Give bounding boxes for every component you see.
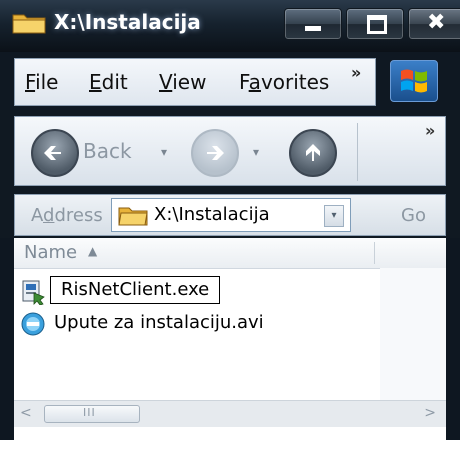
scroll-left-arrow[interactable]: < xyxy=(20,405,32,421)
file-name: Upute za instalaciju.avi xyxy=(54,312,264,333)
back-history-dropdown[interactable]: ▾ xyxy=(161,145,167,159)
maximize-icon xyxy=(367,15,387,34)
menu-view-label: iew xyxy=(172,70,207,94)
address-label-rest: dress xyxy=(54,205,103,226)
menu-bar: File Edit View Favorites » xyxy=(0,52,460,110)
menu-edit-accel: E xyxy=(89,70,102,94)
minimize-icon xyxy=(305,26,321,31)
back-button[interactable] xyxy=(31,129,79,177)
video-file-icon xyxy=(21,312,45,336)
rename-textbox[interactable]: RisNetClient.exe xyxy=(50,276,221,304)
scrollbar-thumb[interactable]: III xyxy=(44,405,140,423)
windows-flag-icon xyxy=(401,69,427,93)
maximize-button[interactable] xyxy=(346,8,404,40)
menu-file[interactable]: File xyxy=(25,69,58,95)
window-title: X:\Instalacija xyxy=(54,10,201,34)
navigation-toolbar: Back ▾ ▾ » xyxy=(0,110,460,192)
window-bottom-edge xyxy=(0,440,460,450)
forward-button[interactable] xyxy=(191,129,239,177)
address-dropdown-button[interactable]: ▾ xyxy=(324,205,344,227)
menu-edit-label: dit xyxy=(101,70,128,94)
address-label: Address xyxy=(31,205,103,226)
menu-overflow-chevron[interactable]: » xyxy=(351,63,361,82)
title-bar[interactable]: X:\Instalacija ✖ xyxy=(0,0,460,52)
toolbar-separator xyxy=(357,123,358,181)
close-icon: ✖ xyxy=(427,10,446,35)
forward-arrow-icon xyxy=(207,146,224,160)
menu-file-label: ile xyxy=(35,70,59,94)
address-strip: Address X:\Instalacija ▾ Go xyxy=(14,194,446,236)
forward-history-dropdown[interactable]: ▾ xyxy=(253,145,259,159)
scroll-right-arrow[interactable]: > xyxy=(424,405,436,421)
windows-logo-icon xyxy=(390,60,438,102)
column-header-row: Name ▲ xyxy=(14,238,446,269)
installer-icon xyxy=(22,280,45,305)
address-label-pre: A xyxy=(31,205,43,226)
explorer-window: X:\Instalacija ✖ File Edit View Favorite… xyxy=(0,0,460,450)
menu-favorites[interactable]: Favorites xyxy=(239,69,329,95)
sort-ascending-icon: ▲ xyxy=(88,244,98,258)
up-folder-button[interactable] xyxy=(289,129,337,177)
horizontal-scrollbar[interactable]: < III > xyxy=(14,400,446,427)
folder-icon xyxy=(118,207,148,226)
menu-favorites-pre: F xyxy=(239,70,249,94)
close-button[interactable]: ✖ xyxy=(408,8,460,40)
nav-strip: Back ▾ ▾ » xyxy=(14,116,446,186)
column-divider[interactable] xyxy=(374,242,375,264)
menu-strip: File Edit View Favorites » xyxy=(14,58,376,106)
up-arrow-icon xyxy=(306,144,320,161)
file-list-pane[interactable]: Name ▲ RisNetClient.exe Upute za instala… xyxy=(14,238,446,440)
menu-view[interactable]: View xyxy=(159,69,206,95)
back-label[interactable]: Back xyxy=(83,139,132,163)
grip-icon: III xyxy=(83,406,96,419)
minimize-button[interactable] xyxy=(284,8,342,40)
address-value: X:\Instalacija xyxy=(154,204,270,225)
menu-edit[interactable]: Edit xyxy=(89,69,128,95)
address-bar: Address X:\Instalacija ▾ Go xyxy=(0,192,460,238)
menu-favorites-accel: a xyxy=(248,70,261,94)
column-header-name[interactable]: Name xyxy=(24,242,77,263)
address-label-accel: d xyxy=(43,205,55,226)
go-button[interactable]: Go xyxy=(401,205,426,226)
toolbar-overflow-chevron[interactable]: » xyxy=(425,121,435,140)
menu-view-accel: V xyxy=(159,70,173,94)
address-input[interactable]: X:\Instalacija ▾ xyxy=(111,198,351,232)
back-arrow-icon xyxy=(44,146,61,160)
menu-file-accel: F xyxy=(25,70,36,94)
menu-favorites-label: vorites xyxy=(260,70,330,94)
chevron-down-icon: ▾ xyxy=(331,210,337,221)
empty-column-area xyxy=(380,268,446,400)
folder-icon xyxy=(12,14,46,34)
